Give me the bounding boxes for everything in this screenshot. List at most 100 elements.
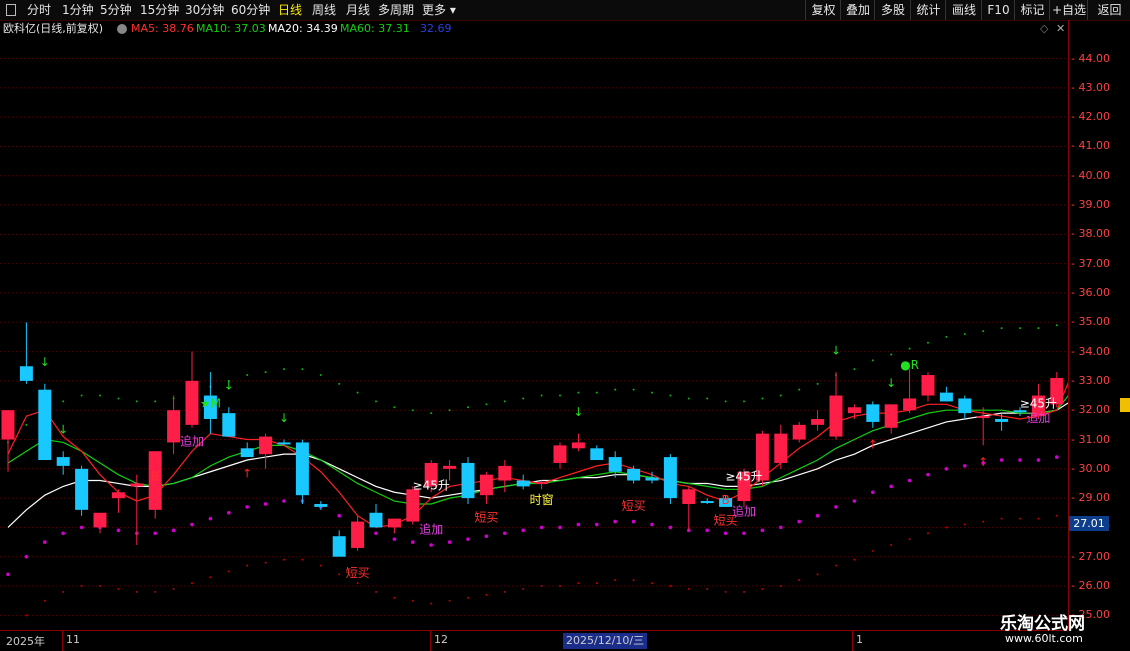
band-dot-upper <box>374 531 378 536</box>
price-tick: - 39.00 <box>1071 198 1110 212</box>
band-dot-upper <box>742 531 746 536</box>
band-dot-green <box>632 388 635 391</box>
band-dot-lower <box>963 523 966 526</box>
window-icon[interactable] <box>6 4 16 16</box>
band-dot-lower <box>393 596 396 599</box>
band-dot-upper <box>650 522 654 527</box>
arrow-down-icon: ↓ <box>58 423 68 437</box>
tab-period-2[interactable]: 5分钟 <box>100 2 132 18</box>
band-dot-green <box>927 341 929 344</box>
band-dot-upper <box>834 505 838 509</box>
arrow-down-icon: ↓ <box>224 379 234 393</box>
zhuijia-label: 追加 <box>419 521 443 536</box>
action-button-1[interactable]: 叠加 <box>840 0 875 20</box>
tab-period-7[interactable]: 周线 <box>312 2 336 18</box>
band-dot-green <box>1000 327 1003 330</box>
band-dot-upper <box>43 540 47 544</box>
arrow-up-icon: ↑ <box>868 437 878 451</box>
candle-body <box>1013 410 1027 413</box>
candle-body <box>75 468 89 510</box>
action-button-5[interactable]: F10 <box>981 0 1015 20</box>
band-dot-green <box>301 368 304 371</box>
kline-chart[interactable]: B追加★M短买追加≥45升短买时窗 短买短买B追加≥45升●R≥45升追加↓↓↓↓… <box>0 38 1068 630</box>
band-dot-green <box>375 400 377 403</box>
price-tick: - 43.00 <box>1071 80 1110 94</box>
tab-period-8[interactable]: 月线 <box>346 2 370 18</box>
tab-period-3[interactable]: 15分钟 <box>140 2 179 18</box>
band-dot-green <box>448 409 451 412</box>
candle-body <box>259 436 273 455</box>
price-tick: - 38.00 <box>1071 227 1110 241</box>
duanmai-label: 短买 <box>474 511 498 525</box>
candle-body <box>884 404 898 428</box>
ma-info-bar: 欧科亿(日线,前复权) MA5: 38.76 MA10: 37.03 MA20:… <box>0 20 1068 38</box>
action-button-2[interactable]: 多股 <box>874 0 911 20</box>
price-tick: - 36.00 <box>1071 285 1110 299</box>
band-dot-green <box>154 400 157 403</box>
action-button-4[interactable]: 画线 <box>945 0 982 20</box>
band-dot-green <box>779 394 782 397</box>
candle-body <box>277 442 291 445</box>
band-dot-lower <box>706 587 709 590</box>
band-dot-upper <box>797 519 801 524</box>
band-dot-upper <box>337 513 342 518</box>
tab-period-0[interactable]: 分时 <box>27 2 51 18</box>
band-dot-green <box>816 382 819 385</box>
band-dot-upper <box>245 505 249 509</box>
band-dot-upper <box>668 525 673 530</box>
band-dot-lower <box>1037 517 1040 520</box>
band-dot-lower <box>264 561 267 564</box>
tab-period-6[interactable]: 日线 <box>278 2 302 18</box>
band-dot-upper <box>153 531 157 536</box>
diamond-icon[interactable]: ◇ <box>1040 20 1048 38</box>
band-dot-lower <box>356 582 359 585</box>
candle-body <box>516 480 530 487</box>
band-dot-upper <box>815 513 820 518</box>
action-button-7[interactable]: +自选 <box>1049 0 1088 20</box>
up45-label: ≥45升 <box>1020 396 1057 410</box>
buy-marker: B <box>151 470 159 484</box>
current-price-tag: 27.01 <box>1069 516 1109 531</box>
tab-period-10[interactable]: 更多 ▾ <box>422 2 456 18</box>
band-dot-lower <box>908 538 911 541</box>
band-dot-lower <box>375 590 377 593</box>
band-dot-lower <box>503 590 506 593</box>
arrow-down-icon: ↓ <box>279 411 289 425</box>
band-dot-lower <box>651 582 653 585</box>
action-button-8[interactable]: 返回 <box>1087 0 1130 20</box>
price-tick: - 44.00 <box>1071 51 1110 65</box>
band-dot-green <box>614 388 617 391</box>
candle-body <box>847 407 861 414</box>
tab-period-4[interactable]: 30分钟 <box>185 2 224 18</box>
star-r-marker: ●R <box>900 358 919 372</box>
band-dot-lower <box>779 585 782 588</box>
candle-body <box>185 380 199 425</box>
band-dot-lower <box>467 596 469 599</box>
action-button-3[interactable]: 统计 <box>910 0 946 20</box>
candle-body <box>369 512 383 528</box>
candle-body <box>608 457 622 472</box>
band-dot-upper <box>558 525 562 530</box>
arrow-up-icon: ↑ <box>242 467 252 481</box>
action-button-0[interactable]: 复权 <box>805 0 841 20</box>
band-dot-lower <box>1055 514 1058 517</box>
action-button-6[interactable]: 标记 <box>1014 0 1050 20</box>
band-dot-upper <box>1036 458 1041 462</box>
price-tick: - 26.00 <box>1071 579 1110 593</box>
tab-period-5[interactable]: 60分钟 <box>231 2 270 18</box>
arrow-down-icon: ↓ <box>886 376 896 390</box>
price-tick: - 41.00 <box>1071 139 1110 153</box>
price-tick: - 37.00 <box>1071 256 1110 270</box>
tab-period-1[interactable]: 1分钟 <box>62 2 94 18</box>
candle-body <box>93 512 107 528</box>
candle-body <box>222 413 236 437</box>
dropdown-icon[interactable] <box>117 24 127 34</box>
top-toolbar: 分时 1分钟 5分钟 15分钟 30分钟 60分钟 日线 周线 月线 多周期 更多 ▾ 复权 叠加 多股… <box>0 0 1130 21</box>
candle-body <box>314 503 328 507</box>
close-icon[interactable]: ✕ <box>1056 20 1065 38</box>
band-dot-upper <box>539 525 544 530</box>
band-dot-green <box>1055 324 1058 327</box>
candle-body <box>535 482 549 484</box>
tab-period-9[interactable]: 多周期 <box>378 2 414 18</box>
band-dot-lower <box>154 590 157 593</box>
